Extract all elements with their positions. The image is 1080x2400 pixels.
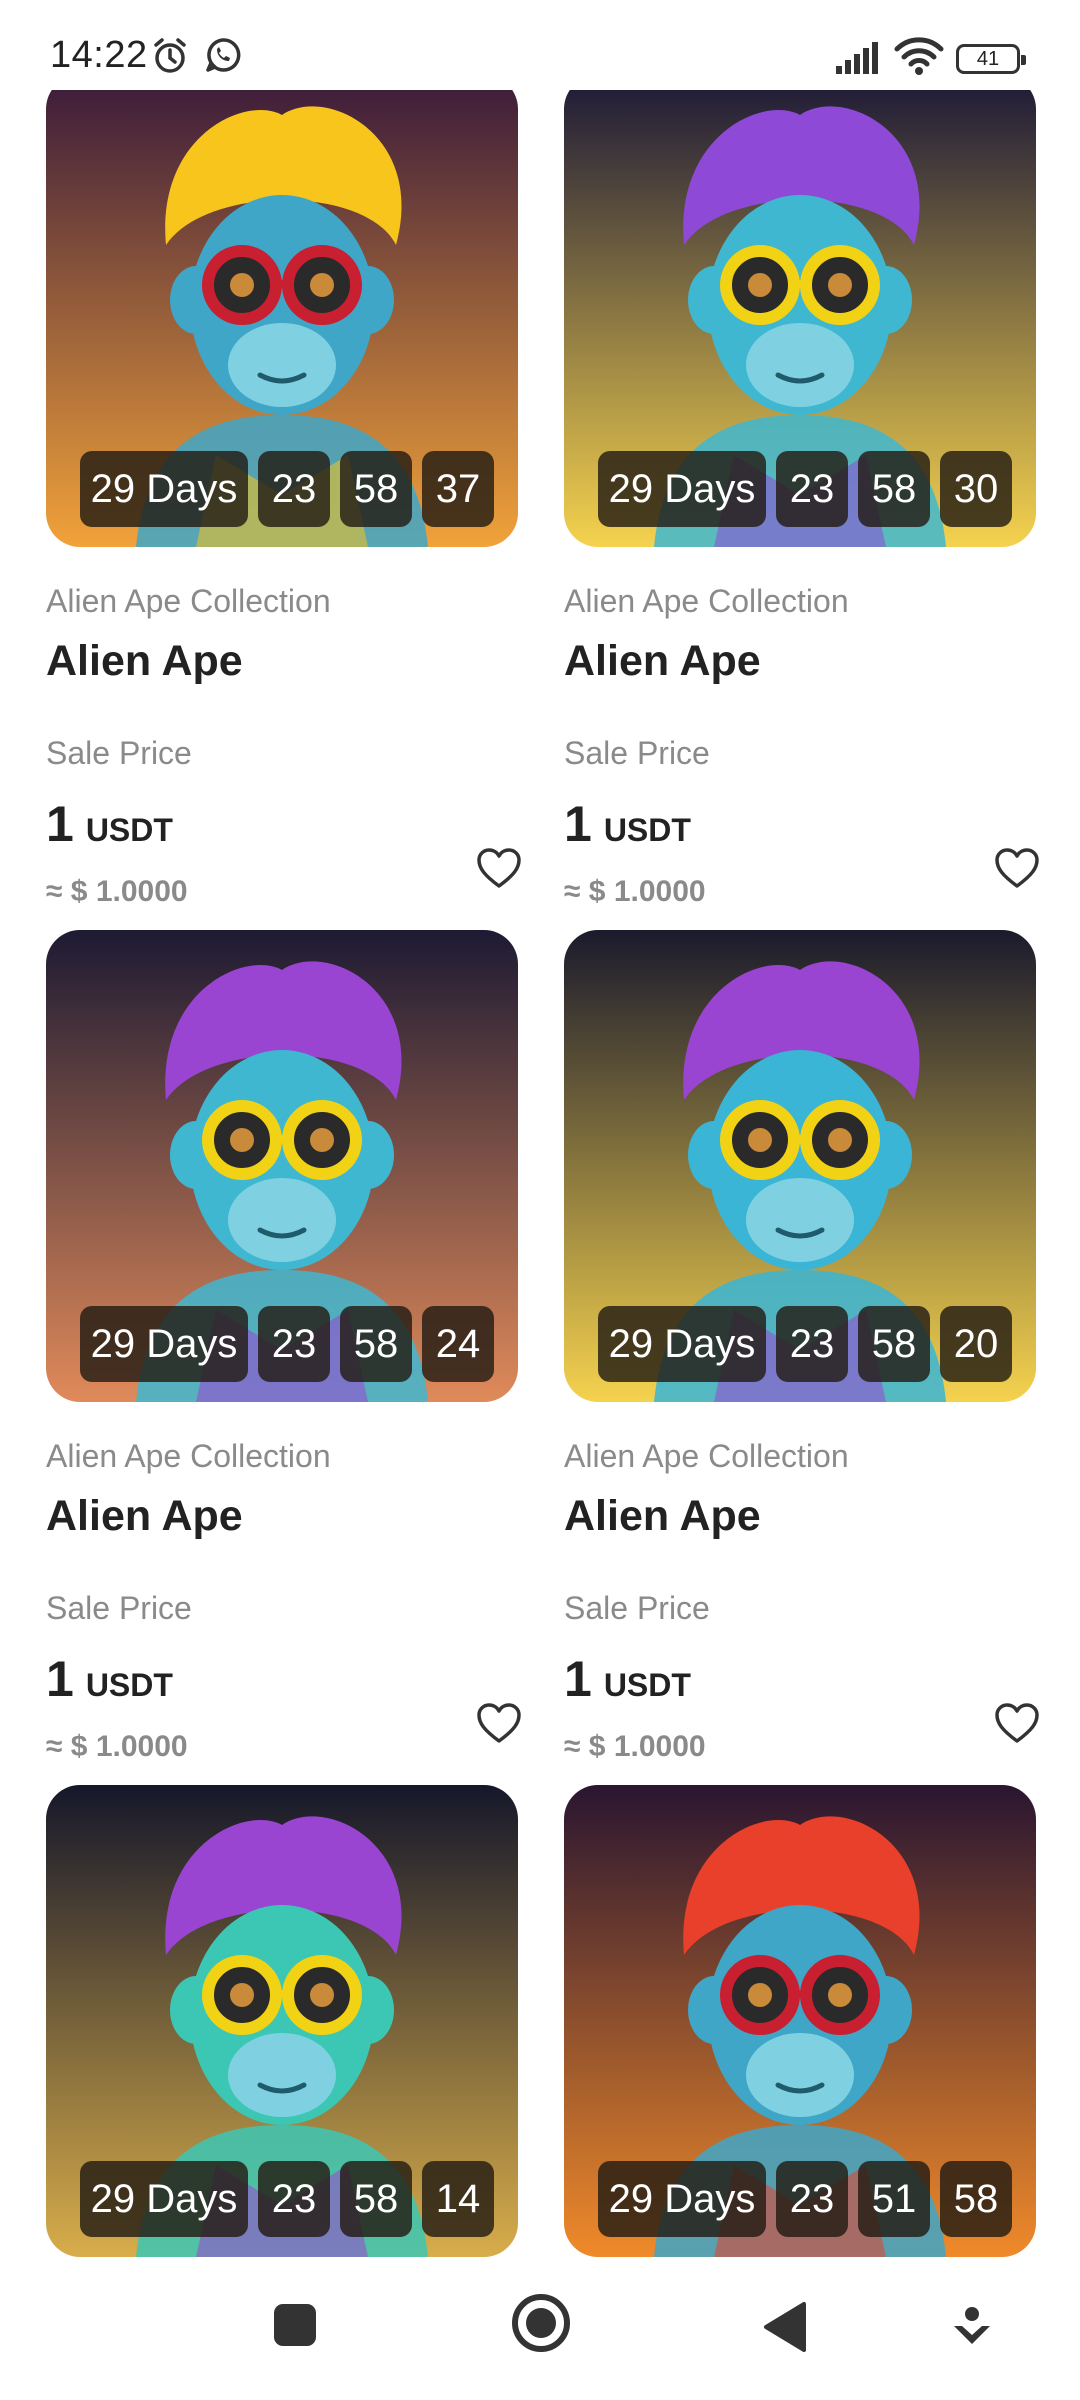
navigation-bar [0,2270,1080,2400]
countdown-hours: 23 [258,451,330,527]
nft-card[interactable]: 29 Days 23 58 30 Alien Ape Collection Al… [564,75,1039,935]
sale-countdown: 29 Days 23 58 37 [80,451,494,527]
countdown-hours: 23 [258,2161,330,2237]
signal-icon [836,42,878,74]
favorite-heart-icon[interactable] [994,847,1040,889]
countdown-minutes: 58 [340,1306,412,1382]
nft-card[interactable]: 29 Days 23 58 20 Alien Ape Collection Al… [564,930,1039,1790]
countdown-minutes: 58 [858,451,930,527]
nft-image[interactable]: 29 Days 23 58 20 [564,930,1036,1402]
countdown-days: 29 Days [598,1306,766,1382]
collection-name[interactable]: Alien Ape Collection [564,1438,849,1475]
countdown-seconds: 14 [422,2161,494,2237]
price-value: 1 [46,1651,74,1707]
countdown-days: 29 Days [598,2161,766,2237]
countdown-minutes: 58 [340,2161,412,2237]
favorite-heart-icon[interactable] [476,847,522,889]
back-button[interactable] [760,2300,810,2354]
countdown-seconds: 30 [940,451,1012,527]
countdown-seconds: 37 [422,451,494,527]
whatsapp-icon [206,38,241,72]
assistant-button[interactable] [950,2304,994,2350]
price-unit: USDT [603,812,691,848]
countdown-minutes: 58 [340,451,412,527]
price: 1 USDT [564,1650,691,1708]
status-bar: 14:22 41 [0,0,1080,90]
recents-button[interactable] [270,2300,320,2350]
sale-price-label: Sale Price [46,735,192,771]
countdown-days: 29 Days [80,1306,248,1382]
favorite-heart-icon[interactable] [476,1702,522,1744]
price-usd-approx: ≈ $ 1.0000 [46,875,188,908]
nft-image[interactable]: 29 Days 23 58 37 [46,75,518,547]
countdown-minutes: 58 [858,1306,930,1382]
price: 1 USDT [46,1650,173,1708]
status-time: 14:22 [50,34,148,76]
sale-countdown: 29 Days 23 58 24 [80,1306,494,1382]
price-usd-approx: ≈ $ 1.0000 [564,875,706,908]
price-value: 1 [564,1651,592,1707]
nft-card[interactable]: 29 Days 23 58 24 Alien Ape Collection Al… [46,930,521,1790]
price: 1 USDT [46,795,173,853]
battery-icon: 41 [956,44,1026,74]
sale-countdown: 29 Days 23 51 58 [598,2161,1012,2237]
sale-countdown: 29 Days 23 58 30 [598,451,1012,527]
collection-name[interactable]: Alien Ape Collection [46,583,331,620]
countdown-seconds: 58 [940,2161,1012,2237]
nft-title[interactable]: Alien Ape [46,1492,243,1541]
countdown-hours: 23 [776,451,848,527]
nft-title[interactable]: Alien Ape [564,637,761,686]
sale-price-label: Sale Price [46,1590,192,1626]
nft-image[interactable]: 29 Days 23 51 58 [564,1785,1036,2257]
home-button[interactable] [510,2292,572,2354]
price-usd-approx: ≈ $ 1.0000 [564,1730,706,1763]
sale-price-label: Sale Price [564,1590,710,1626]
countdown-days: 29 Days [598,451,766,527]
countdown-days: 29 Days [80,2161,248,2237]
price-value: 1 [46,796,74,852]
sale-countdown: 29 Days 23 58 14 [80,2161,494,2237]
collection-name[interactable]: Alien Ape Collection [46,1438,331,1475]
countdown-hours: 23 [776,1306,848,1382]
price: 1 USDT [564,795,691,853]
nft-title[interactable]: Alien Ape [46,637,243,686]
price-unit: USDT [603,1667,691,1703]
nft-image[interactable]: 29 Days 23 58 14 [46,1785,518,2257]
nft-image[interactable]: 29 Days 23 58 30 [564,75,1036,547]
alarm-icon [154,38,186,73]
countdown-seconds: 24 [422,1306,494,1382]
favorite-heart-icon[interactable] [994,1702,1040,1744]
countdown-days: 29 Days [80,451,248,527]
nft-card[interactable]: 29 Days 23 51 58 [564,1785,1036,2257]
price-usd-approx: ≈ $ 1.0000 [46,1730,188,1763]
nft-card[interactable]: 29 Days 23 58 14 [46,1785,518,2257]
sale-countdown: 29 Days 23 58 20 [598,1306,1012,1382]
countdown-seconds: 20 [940,1306,1012,1382]
nft-card[interactable]: 29 Days 23 58 37 Alien Ape Collection Al… [46,75,521,935]
price-unit: USDT [85,1667,173,1703]
price-unit: USDT [85,812,173,848]
countdown-hours: 23 [258,1306,330,1382]
price-value: 1 [564,796,592,852]
nft-title[interactable]: Alien Ape [564,1492,761,1541]
collection-name[interactable]: Alien Ape Collection [564,583,849,620]
countdown-hours: 23 [776,2161,848,2237]
countdown-minutes: 51 [858,2161,930,2237]
sale-price-label: Sale Price [564,735,710,771]
nft-image[interactable]: 29 Days 23 58 24 [46,930,518,1402]
wifi-icon [894,37,944,75]
